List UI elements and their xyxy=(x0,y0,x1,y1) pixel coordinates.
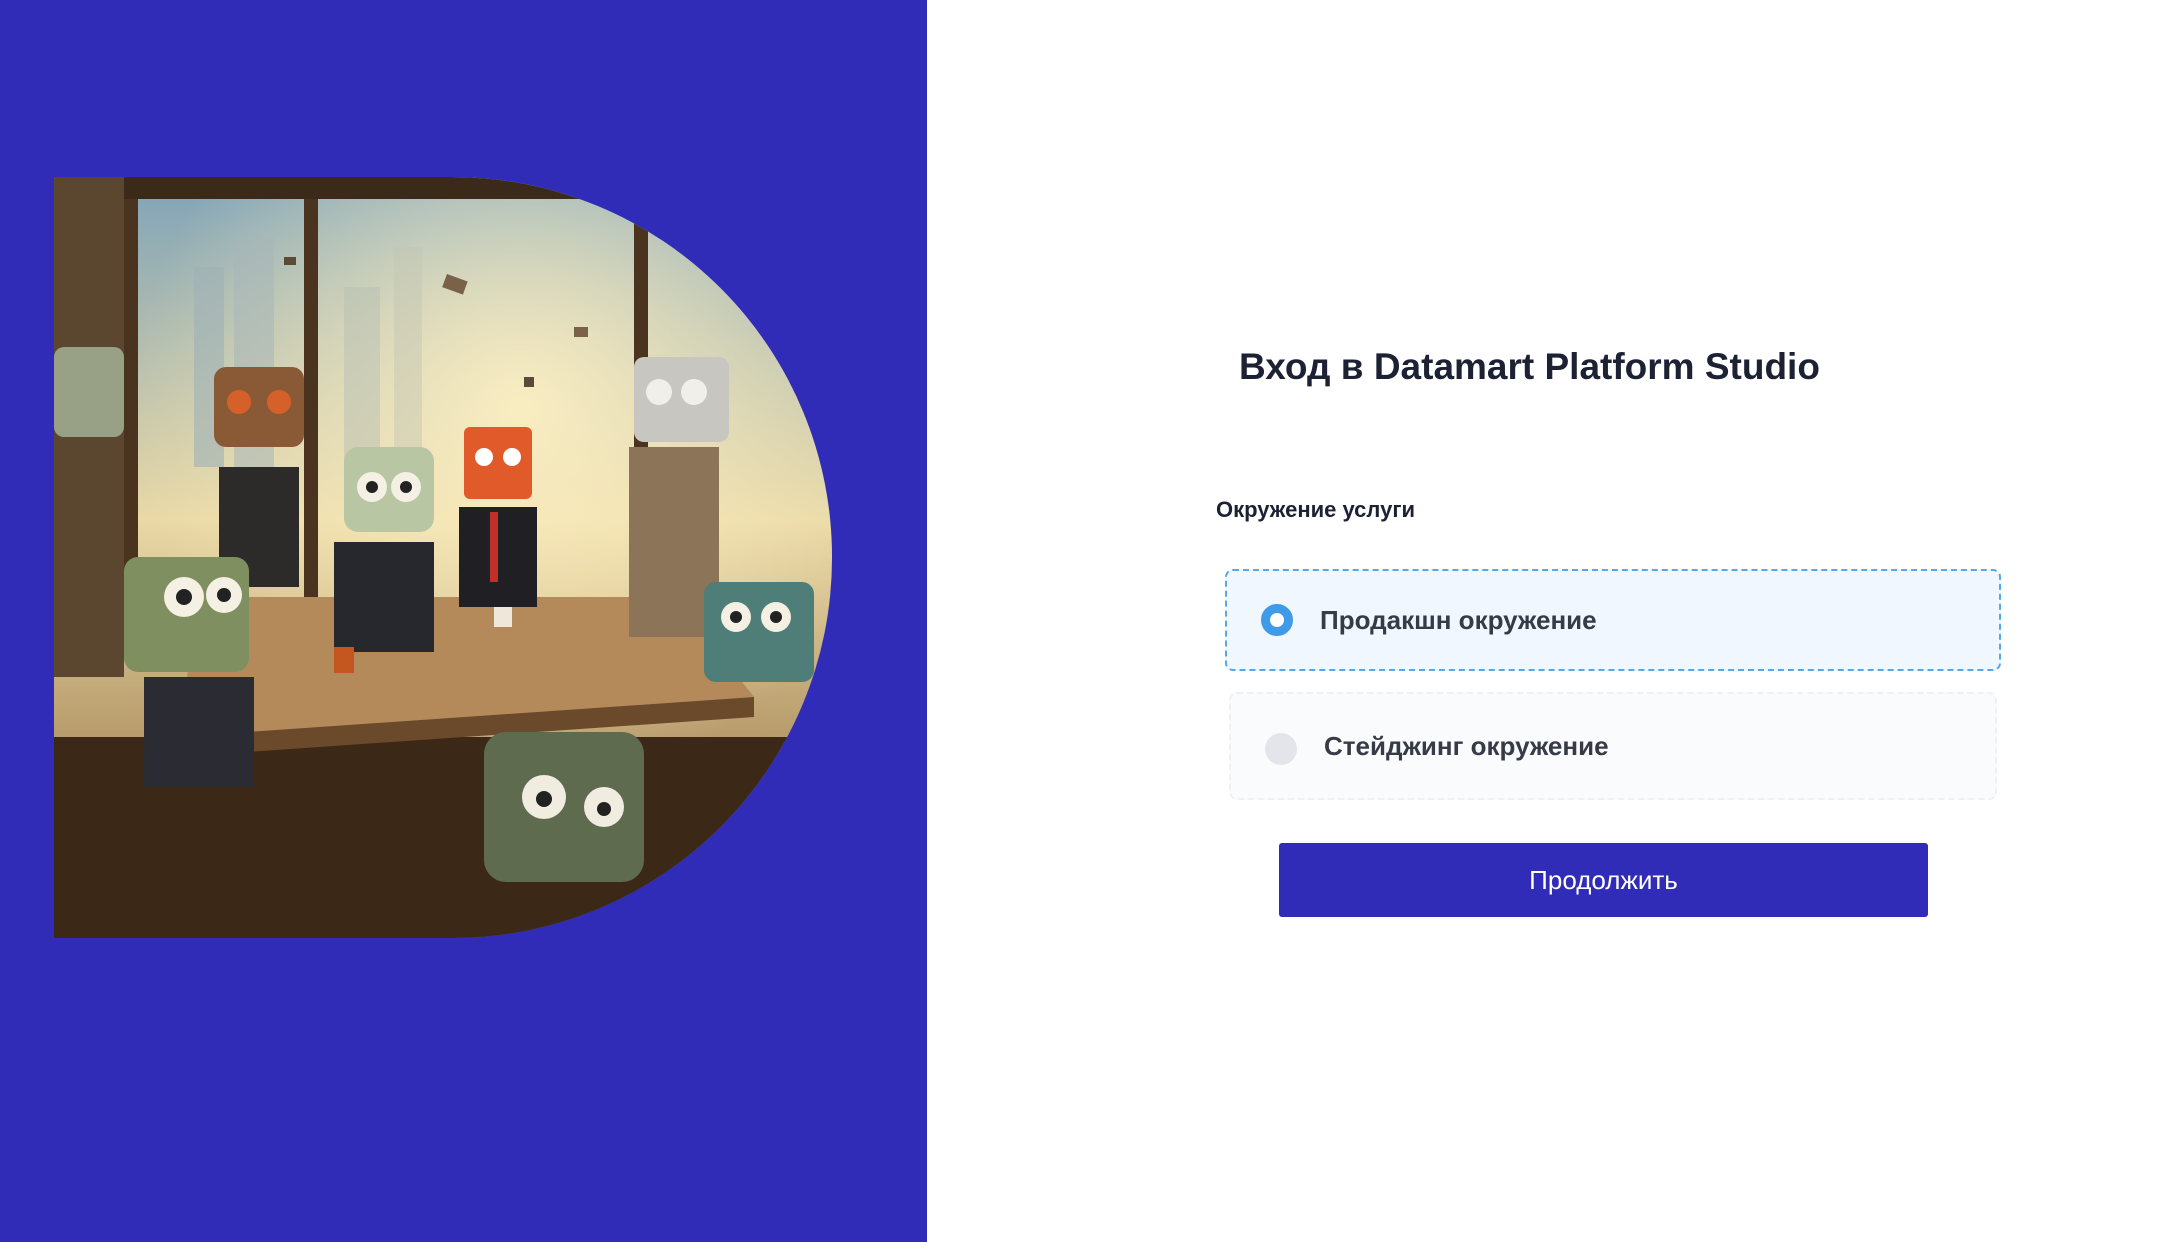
option-production-label: Продакшн окружение xyxy=(1320,604,1597,635)
option-staging-label: Стейджинг окружение xyxy=(1324,730,1609,761)
radio-unchecked-icon[interactable] xyxy=(1265,733,1297,765)
brand-panel xyxy=(0,0,927,1242)
option-staging[interactable]: Стейджинг окружение xyxy=(1229,692,1997,800)
option-production[interactable]: Продакшн окружение xyxy=(1225,569,2001,671)
hero-illustration xyxy=(54,177,832,938)
login-panel: Вход в Datamart Platform Studio Окружени… xyxy=(927,0,2176,1242)
radio-checked-icon[interactable] xyxy=(1261,604,1293,636)
continue-button[interactable]: Продолжить xyxy=(1279,843,1928,917)
environment-label: Окружение услуги xyxy=(1216,497,1416,522)
page-title: Вход в Datamart Platform Studio xyxy=(1239,346,1820,387)
